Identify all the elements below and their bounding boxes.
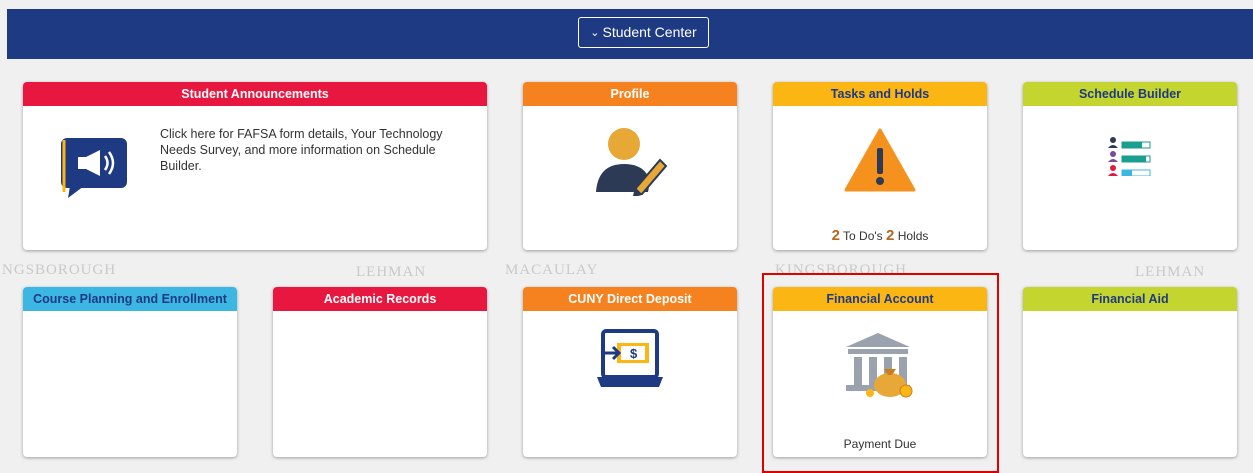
- warning-icon: [844, 128, 916, 197]
- nav-label: Student Center: [602, 24, 697, 40]
- watermark-logo: LEHMAN: [356, 264, 427, 280]
- watermark-logo: MACAULAY: [505, 262, 599, 278]
- announcement-text: Click here for FAFSA form details, Your …: [160, 127, 443, 173]
- todo-label: To Do's: [843, 229, 883, 243]
- watermark-logo: NGSBOROUGH: [2, 262, 117, 278]
- tile-header: CUNY Direct Deposit: [523, 287, 737, 311]
- tile-academic-records[interactable]: Academic Records: [273, 287, 487, 457]
- student-center-nav-button[interactable]: ⌄ Student Center: [578, 17, 709, 48]
- tile-course-planning[interactable]: Course Planning and Enrollment: [23, 287, 237, 457]
- holds-label: Holds: [897, 229, 929, 243]
- tile-schedule-builder[interactable]: Schedule Builder: [1023, 82, 1237, 250]
- watermark-logo: LEHMAN: [1135, 264, 1206, 280]
- tile-header: Academic Records: [273, 287, 487, 311]
- holds-count: 2: [886, 227, 895, 244]
- todo-count: 2: [831, 227, 840, 244]
- tile-header: Tasks and Holds: [773, 82, 987, 106]
- tile-header: Financial Account: [773, 287, 987, 311]
- chevron-down-icon: ⌄: [590, 27, 600, 39]
- tile-header: Course Planning and Enrollment: [23, 287, 237, 311]
- tile-header: Schedule Builder: [1023, 82, 1237, 106]
- payment-status: Payment Due: [843, 437, 917, 451]
- tile-direct-deposit[interactable]: CUNY Direct Deposit $: [523, 287, 737, 457]
- tile-header: Student Announcements: [23, 82, 487, 106]
- tile-student-announcements[interactable]: Student Announcements Click here for FAF…: [23, 82, 487, 250]
- tasks-summary: 2 To Do's 2 Holds: [773, 227, 987, 244]
- bank-moneybag-icon: [840, 329, 920, 406]
- tile-profile[interactable]: Profile: [523, 82, 737, 250]
- tile-tasks-and-holds[interactable]: Tasks and Holds 2 To Do's 2 Holds: [773, 82, 987, 250]
- tile-financial-account[interactable]: Financial Account Payment Due: [773, 287, 987, 457]
- megaphone-icon: [60, 136, 130, 205]
- tile-header: Profile: [523, 82, 737, 106]
- schedule-list-icon: [1108, 136, 1152, 181]
- tile-header: Financial Aid: [1023, 287, 1237, 311]
- svg-text:$: $: [630, 346, 638, 361]
- tile-financial-aid[interactable]: Financial Aid: [1023, 287, 1237, 457]
- profile-edit-icon: [590, 124, 670, 201]
- watermark-logo: KINGSBOROUGH: [775, 262, 908, 278]
- laptop-money-icon: $: [595, 327, 665, 398]
- page-header: ⌄ Student Center: [7, 9, 1253, 59]
